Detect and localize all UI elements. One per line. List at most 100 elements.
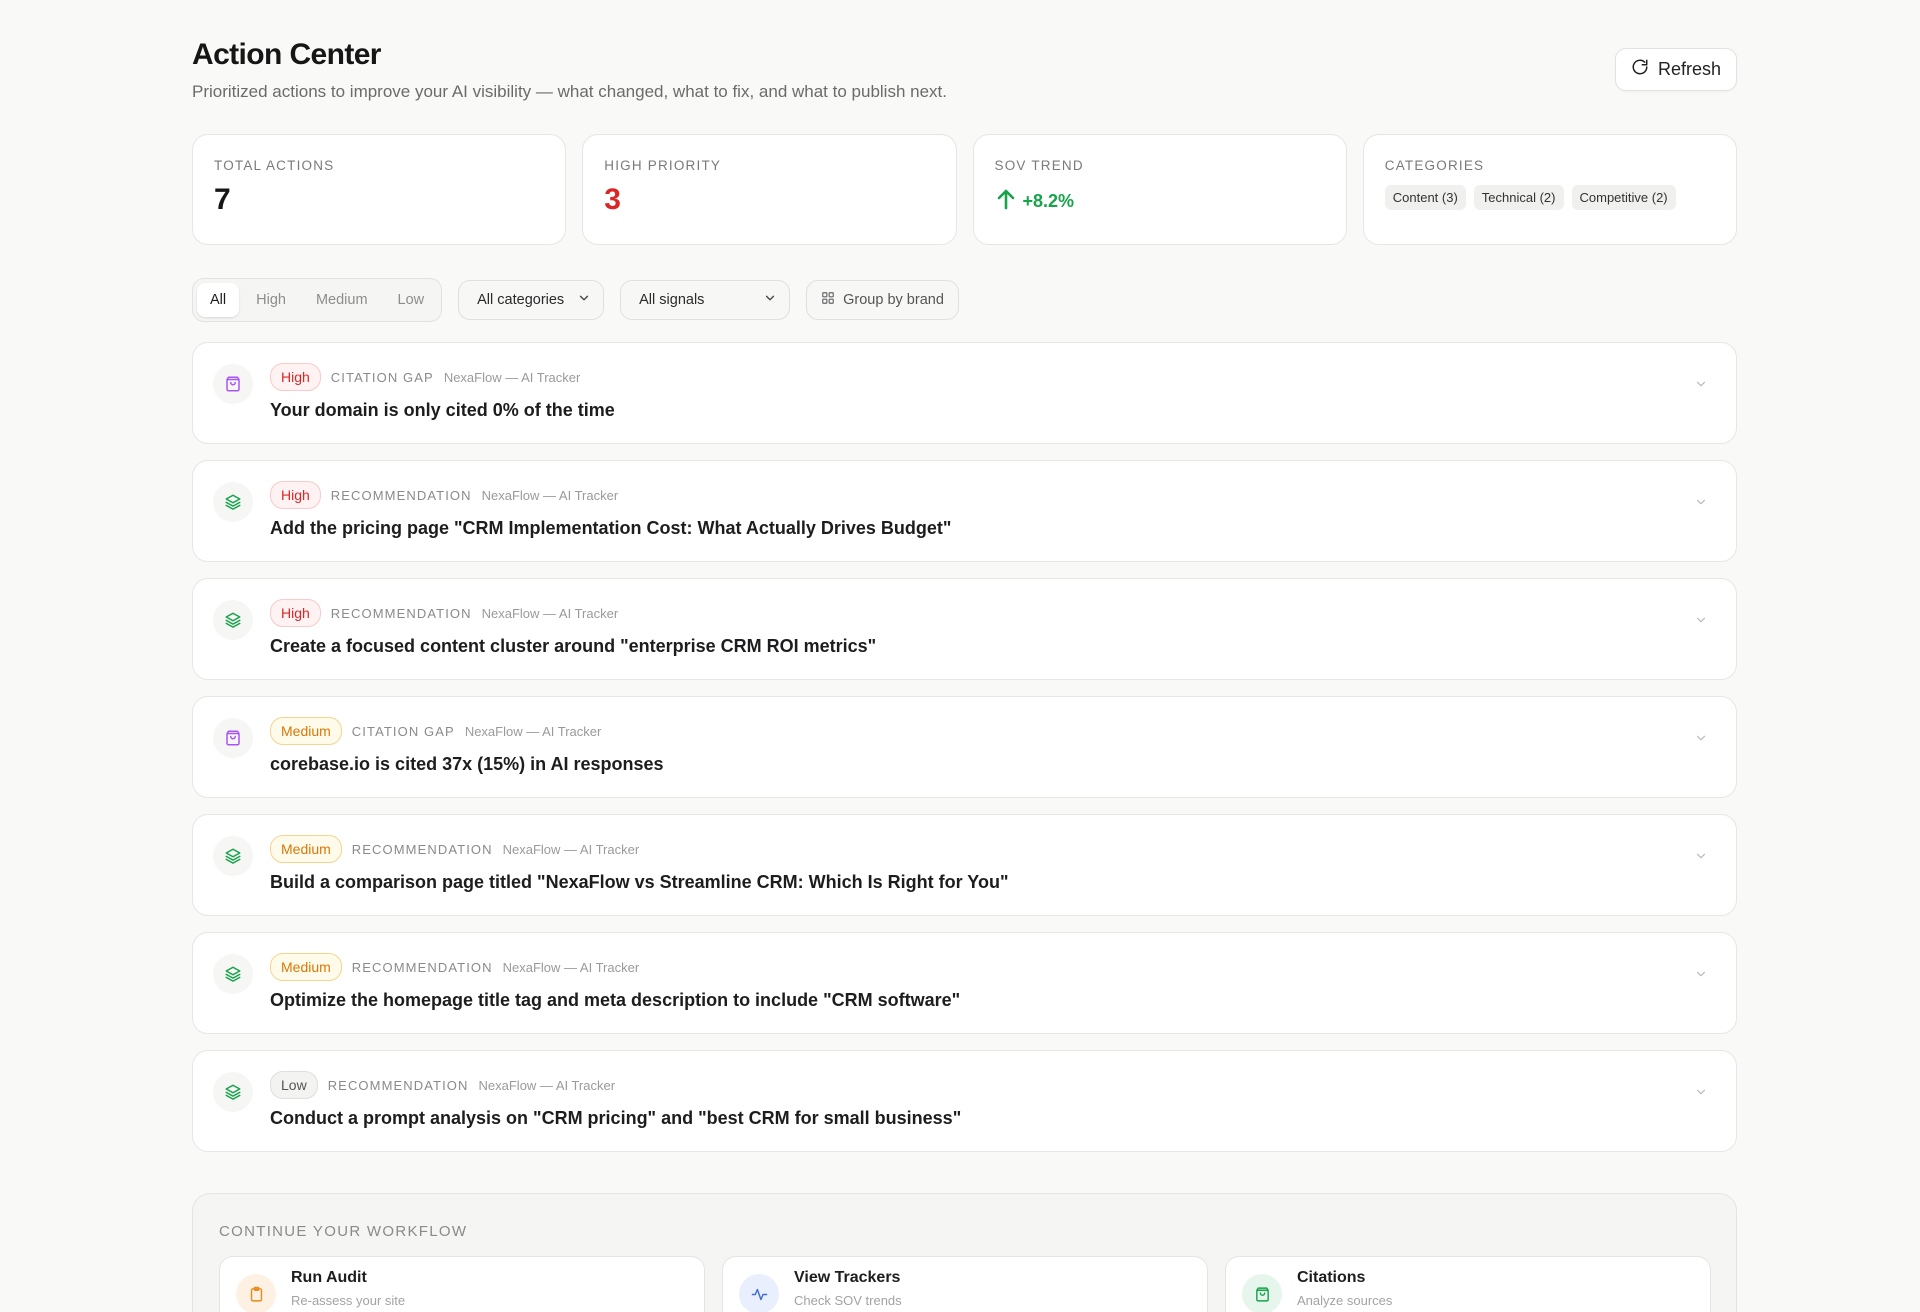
group-by-brand-button[interactable]: Group by brand — [806, 280, 959, 320]
page-header: Action Center Prioritized actions to imp… — [192, 0, 1737, 134]
refresh-button[interactable]: Refresh — [1615, 48, 1737, 91]
page-subtitle: Prioritized actions to improve your AI v… — [192, 82, 947, 101]
chevron-down-icon[interactable] — [1694, 967, 1708, 981]
priority-filter-all[interactable]: All — [197, 283, 240, 317]
workflow-card-run-audit[interactable]: Run Audit Re-assess your site — [219, 1256, 705, 1312]
action-title: corebase.io is cited 37x (15%) in AI res… — [270, 754, 664, 774]
stat-sov-trend: SOV TREND +8.2% — [972, 134, 1347, 245]
workflow-card-subtitle: Re-assess your site — [291, 1293, 406, 1308]
action-title: Your domain is only cited 0% of the time — [270, 400, 615, 420]
action-meta: Low RECOMMENDATION NexaFlow — AI Tracker — [270, 1071, 615, 1099]
stat-total-actions: TOTAL ACTIONS 7 — [192, 134, 567, 245]
workflow-section: CONTINUE YOUR WORKFLOW Run Audit Re-asse… — [192, 1193, 1737, 1312]
priority-badge: High — [270, 363, 321, 391]
layers-icon — [213, 482, 253, 522]
shopping-bag-icon — [1242, 1274, 1282, 1312]
category-chips: Content (3) Technical (2) Competitive (2… — [1384, 185, 1715, 210]
category-select-value: All categories — [477, 292, 565, 308]
action-source: NexaFlow — AI Tracker — [502, 959, 640, 975]
category-chip-technical: Technical (2) — [1473, 185, 1564, 210]
page-title: Action Center — [192, 38, 381, 71]
stat-label: SOV TREND — [994, 158, 1084, 173]
action-source: NexaFlow — AI Tracker — [481, 605, 619, 621]
action-item[interactable]: High RECOMMENDATION NexaFlow — AI Tracke… — [192, 578, 1737, 680]
action-item[interactable]: High CITATION GAP NexaFlow — AI Tracker … — [192, 342, 1737, 444]
workflow-card-citations[interactable]: Citations Analyze sources — [1225, 1256, 1711, 1312]
arrow-up-icon — [995, 187, 1017, 216]
stat-label: CATEGORIES — [1384, 158, 1485, 173]
action-item[interactable]: Medium RECOMMENDATION NexaFlow — AI Trac… — [192, 932, 1737, 1034]
stat-value: 7 — [214, 183, 231, 216]
action-center-page: Action Center Prioritized actions to imp… — [0, 0, 1920, 1312]
layers-icon — [213, 836, 253, 876]
priority-filter-medium[interactable]: Medium — [303, 283, 381, 317]
stat-label: HIGH PRIORITY — [604, 158, 722, 173]
workflow-card-subtitle: Analyze sources — [1297, 1293, 1393, 1308]
action-title: Conduct a prompt analysis on "CRM pricin… — [270, 1108, 962, 1128]
priority-filter-low[interactable]: Low — [385, 283, 438, 317]
action-meta: High RECOMMENDATION NexaFlow — AI Tracke… — [270, 599, 618, 627]
trend-indicator: +8.2% — [995, 187, 1325, 216]
workflow-card-title: Run Audit — [291, 1269, 367, 1286]
grid-icon — [821, 291, 835, 309]
action-type: CITATION GAP — [330, 369, 434, 385]
action-list: High CITATION GAP NexaFlow — AI Tracker … — [192, 342, 1737, 1152]
stat-value: 3 — [604, 183, 621, 216]
chevron-down-icon[interactable] — [1694, 1085, 1708, 1099]
action-type: RECOMMENDATION — [330, 605, 472, 621]
chevron-down-icon[interactable] — [1694, 377, 1708, 391]
action-type: RECOMMENDATION — [351, 959, 493, 975]
stats-row: TOTAL ACTIONS 7 HIGH PRIORITY 3 SOV TREN… — [192, 134, 1737, 245]
signal-select[interactable]: All signals — [620, 280, 791, 320]
action-item[interactable]: Medium CITATION GAP NexaFlow — AI Tracke… — [192, 696, 1737, 798]
main-container: Action Center Prioritized actions to imp… — [192, 0, 1737, 1312]
action-meta: Medium CITATION GAP NexaFlow — AI Tracke… — [270, 717, 601, 745]
action-item[interactable]: Medium RECOMMENDATION NexaFlow — AI Trac… — [192, 814, 1737, 916]
priority-badge: Low — [270, 1071, 318, 1099]
action-meta: Medium RECOMMENDATION NexaFlow — AI Trac… — [270, 953, 639, 981]
action-title: Add the pricing page "CRM Implementation… — [270, 518, 952, 538]
priority-badge: Medium — [270, 953, 342, 981]
refresh-label: Refresh — [1657, 59, 1722, 79]
category-chip-competitive: Competitive (2) — [1571, 185, 1676, 210]
action-source: NexaFlow — AI Tracker — [478, 1077, 616, 1093]
action-type: RECOMMENDATION — [351, 841, 493, 857]
layers-icon — [213, 600, 253, 640]
signal-select-value: All signals — [639, 292, 705, 308]
priority-badge: High — [270, 599, 321, 627]
chevron-down-icon[interactable] — [1694, 495, 1708, 509]
filter-bar: All High Medium Low All categories All s… — [192, 278, 1737, 322]
stat-categories: CATEGORIES Content (3) Technical (2) Com… — [1362, 134, 1737, 245]
action-title: Create a focused content cluster around … — [270, 636, 877, 656]
layers-icon — [213, 954, 253, 994]
clipboard-icon — [236, 1274, 276, 1312]
action-item[interactable]: Low RECOMMENDATION NexaFlow — AI Tracker… — [192, 1050, 1737, 1152]
stat-high-priority: HIGH PRIORITY 3 — [582, 134, 957, 245]
workflow-label: CONTINUE YOUR WORKFLOW — [219, 1223, 468, 1240]
workflow-card-title: View Trackers — [794, 1269, 901, 1286]
trend-value: +8.2% — [1022, 191, 1075, 211]
action-item[interactable]: High RECOMMENDATION NexaFlow — AI Tracke… — [192, 460, 1737, 562]
chevron-down-icon[interactable] — [1694, 613, 1708, 627]
shopping-bag-icon — [213, 364, 253, 404]
workflow-cards: Run Audit Re-assess your site View Track… — [219, 1256, 1711, 1312]
chevron-down-icon[interactable] — [1694, 731, 1708, 745]
action-source: NexaFlow — AI Tracker — [502, 841, 640, 857]
action-source: NexaFlow — AI Tracker — [443, 369, 581, 385]
action-type: RECOMMENDATION — [327, 1077, 469, 1093]
action-title: Optimize the homepage title tag and meta… — [270, 990, 961, 1010]
priority-badge: High — [270, 481, 321, 509]
action-type: RECOMMENDATION — [330, 487, 472, 503]
workflow-card-subtitle: Check SOV trends — [794, 1293, 902, 1308]
action-meta: Medium RECOMMENDATION NexaFlow — AI Trac… — [270, 835, 639, 863]
action-source: NexaFlow — AI Tracker — [464, 723, 602, 739]
priority-filter-high[interactable]: High — [243, 283, 299, 317]
priority-badge: Medium — [270, 717, 342, 745]
action-meta: High CITATION GAP NexaFlow — AI Tracker — [270, 363, 580, 391]
priority-badge: Medium — [270, 835, 342, 863]
refresh-icon — [1631, 58, 1649, 81]
workflow-card-view-trackers[interactable]: View Trackers Check SOV trends — [722, 1256, 1208, 1312]
shopping-bag-icon — [213, 718, 253, 758]
category-select[interactable]: All categories — [458, 280, 605, 320]
chevron-down-icon[interactable] — [1694, 849, 1708, 863]
